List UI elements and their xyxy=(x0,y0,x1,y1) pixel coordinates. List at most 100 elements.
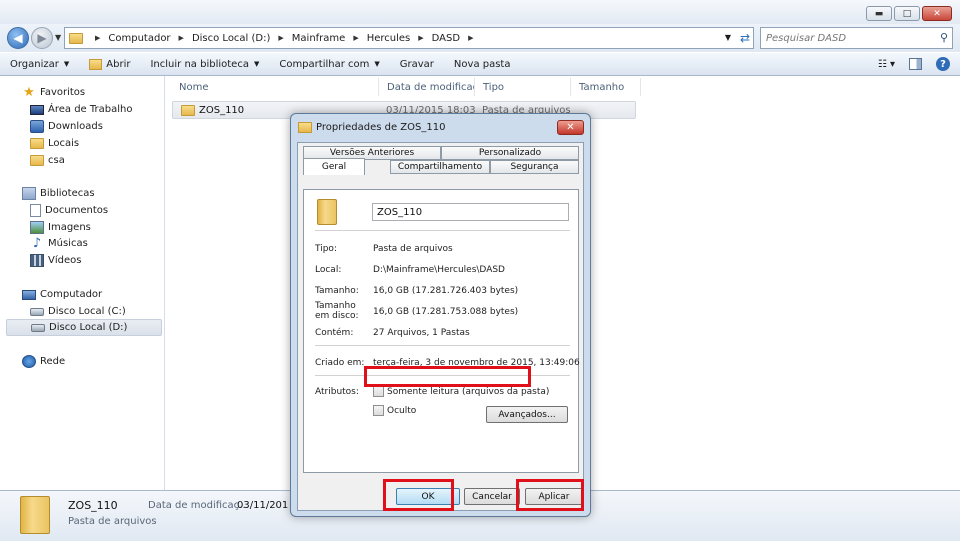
folder-name-input[interactable] xyxy=(372,203,569,221)
view-mode-icon[interactable]: ☷ ▾ xyxy=(878,59,895,70)
music-icon: ♪ xyxy=(32,236,42,251)
view-controls: ☷ ▾ ? xyxy=(878,57,950,71)
contains-value: 27 Arquivos, 1 Pastas xyxy=(373,328,470,338)
close-button[interactable]: ✕ xyxy=(922,6,952,21)
type-label: Tipo: xyxy=(315,244,337,254)
breadcrumb-hercules[interactable]: Hercules ▶ xyxy=(367,33,424,44)
attributes-label: Atributos: xyxy=(315,387,359,397)
column-size[interactable]: Tamanho xyxy=(571,78,641,96)
refresh-icon[interactable]: ⇄ xyxy=(740,31,750,45)
cancel-button[interactable]: Cancelar xyxy=(464,488,520,505)
folder-icon xyxy=(317,199,337,225)
details-date-value: 03/11/2015 1 xyxy=(237,500,289,511)
maximize-button[interactable]: □ xyxy=(894,6,920,21)
preview-pane-icon[interactable] xyxy=(909,58,922,70)
arrow-right-icon: ▶ xyxy=(37,31,47,45)
disk-size-label: Tamanho em disco: xyxy=(315,301,359,321)
general-tab-panel: Tipo: Pasta de arquivos Local: D:\Mainfr… xyxy=(303,189,580,473)
disk-size-value: 16,0 GB (17.281.753.088 bytes) xyxy=(373,307,519,317)
sidebar-libraries[interactable]: Bibliotecas xyxy=(22,185,95,202)
chevron-down-icon: ▼ xyxy=(63,60,70,68)
drive-icon xyxy=(31,323,45,332)
details-type: Pasta de arquivos xyxy=(68,516,157,527)
advanced-button[interactable]: Avançados... xyxy=(486,406,568,423)
sidebar-network[interactable]: Rede xyxy=(22,353,65,370)
column-type[interactable]: Tipo xyxy=(475,78,571,96)
back-button[interactable]: ◀ xyxy=(7,27,29,49)
readonly-checkbox[interactable]: Somente leitura (arquivos da pasta) xyxy=(373,386,549,397)
location-label: Local: xyxy=(315,265,342,275)
burn-button[interactable]: Gravar xyxy=(390,59,444,70)
dialog-close-button[interactable]: ✕ xyxy=(557,120,584,135)
chevron-down-icon: ▼ xyxy=(374,60,380,68)
folder-icon xyxy=(181,104,195,116)
address-bar[interactable]: ▶ Computador ▶ Disco Local (D:) ▶ Mainfram… xyxy=(64,27,754,49)
sidebar-item-music[interactable]: ♪ Músicas xyxy=(30,235,88,252)
sidebar-computer[interactable]: Computador xyxy=(22,286,102,303)
downloads-icon xyxy=(30,120,44,133)
sidebar-item-downloads[interactable]: Downloads xyxy=(30,118,103,135)
chevron-right-icon: ▶ xyxy=(278,34,284,42)
checkbox-icon xyxy=(373,405,384,416)
computer-icon xyxy=(22,289,36,300)
organize-button[interactable]: Organizar ▼ xyxy=(0,59,79,70)
breadcrumb-disco-d[interactable]: Disco Local (D:) ▶ xyxy=(192,33,284,44)
sidebar-item-csa[interactable]: csa xyxy=(30,152,65,169)
folder-icon xyxy=(30,155,44,166)
open-folder-icon xyxy=(89,58,103,70)
column-date[interactable]: Data de modificaç... xyxy=(379,78,475,96)
tab-security[interactable]: Segurança xyxy=(490,160,579,174)
new-folder-button[interactable]: Nova pasta xyxy=(444,59,521,70)
size-label: Tamanho: xyxy=(315,286,359,296)
recent-places-icon xyxy=(30,138,44,149)
size-value: 16,0 GB (17.281.726.403 bytes) xyxy=(373,286,519,296)
search-icon[interactable]: ⚲ xyxy=(940,31,948,44)
title-bar: ▬ □ ✕ xyxy=(0,0,960,24)
breadcrumb-mainframe[interactable]: Mainframe ▶ xyxy=(292,33,359,44)
star-icon: ★ xyxy=(23,85,35,100)
include-library-button[interactable]: Incluir na biblioteca ▼ xyxy=(140,59,269,70)
sidebar-item-drive-c[interactable]: Disco Local (C:) xyxy=(30,303,126,320)
breadcrumb-root[interactable]: ▶ xyxy=(87,34,100,42)
sidebar-item-desktop[interactable]: Área de Trabalho xyxy=(30,101,132,118)
ok-button[interactable]: OK xyxy=(396,488,460,505)
tab-sharing[interactable]: Compartilhamento xyxy=(390,160,490,174)
type-value: Pasta de arquivos xyxy=(373,244,453,254)
search-input[interactable]: Pesquisar DASD ⚲ xyxy=(760,27,953,49)
tab-general[interactable]: Geral xyxy=(303,158,365,175)
forward-button[interactable]: ▶ xyxy=(31,27,53,49)
hidden-checkbox[interactable]: Oculto xyxy=(373,405,416,416)
share-button[interactable]: Compartilhar com ▼ xyxy=(269,59,389,70)
sidebar-item-locais[interactable]: Locais xyxy=(30,135,79,152)
checkbox-icon xyxy=(373,386,384,397)
sidebar-favorites[interactable]: ★ Favoritos xyxy=(22,84,85,101)
apply-button[interactable]: Aplicar xyxy=(525,488,583,505)
chevron-right-icon: ▶ xyxy=(468,34,474,42)
document-icon xyxy=(30,204,41,217)
chevron-right-icon: ▶ xyxy=(353,34,359,42)
chevron-down-icon: ▼ xyxy=(253,60,260,68)
sidebar-item-videos[interactable]: Vídeos xyxy=(30,252,81,269)
folder-icon xyxy=(20,496,50,534)
help-icon[interactable]: ? xyxy=(936,57,950,71)
dialog-title-bar[interactable]: Propriedades de ZOS_110 ✕ xyxy=(291,114,590,142)
sidebar-item-documents[interactable]: Documentos xyxy=(30,202,108,219)
breadcrumb-computador[interactable]: Computador ▶ xyxy=(108,33,184,44)
properties-dialog: Propriedades de ZOS_110 ✕ Versões Anteri… xyxy=(290,113,591,517)
recent-pages-dropdown[interactable]: ▼ xyxy=(55,33,61,42)
command-bar: Organizar ▼ Abrir Incluir na biblioteca ▼ … xyxy=(0,52,960,76)
breadcrumb-dasd[interactable]: DASD ▶ xyxy=(432,33,474,44)
library-icon xyxy=(22,187,36,200)
details-date-label: Data de modificaç... xyxy=(148,500,249,511)
desktop-icon xyxy=(30,104,44,115)
window-controls: ▬ □ ✕ xyxy=(866,6,952,21)
address-dropdown[interactable]: ▼ xyxy=(725,33,731,42)
column-name[interactable]: Nome xyxy=(171,78,379,96)
tab-customize[interactable]: Personalizado xyxy=(441,146,579,160)
open-button[interactable]: Abrir xyxy=(79,58,140,70)
created-value: terça-feira, 3 de novembro de 2015, 13:4… xyxy=(373,358,580,368)
minimize-button[interactable]: ▬ xyxy=(866,6,892,21)
sidebar-item-images[interactable]: Imagens xyxy=(30,219,91,236)
folder-icon xyxy=(298,122,312,133)
sidebar-item-drive-d[interactable]: Disco Local (D:) xyxy=(6,319,162,336)
